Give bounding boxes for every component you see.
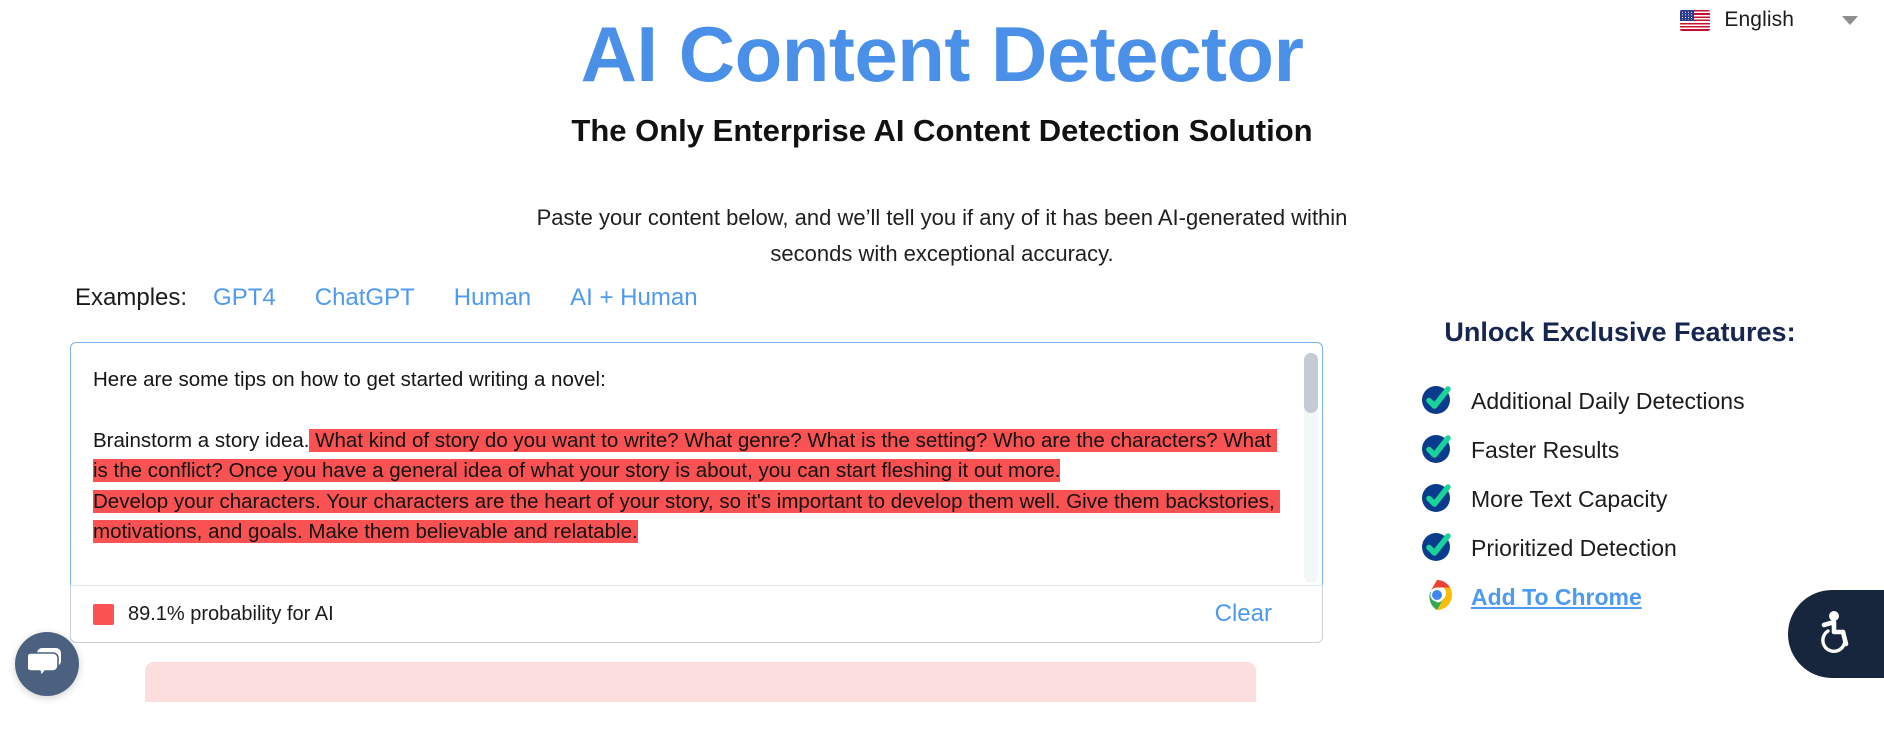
clear-button[interactable]: Clear xyxy=(1215,600,1302,628)
detector-column: Examples: GPT4 ChatGPT Human AI + Human … xyxy=(70,284,1340,702)
language-label: English xyxy=(1724,8,1794,31)
editor-intro-line: Here are some tips on how to get started… xyxy=(93,368,606,391)
feature-label: More Text Capacity xyxy=(1471,486,1668,512)
example-tab-chatgpt[interactable]: ChatGPT xyxy=(315,284,415,312)
feature-label: Prioritized Detection xyxy=(1471,535,1677,561)
feature-item-add-to-chrome[interactable]: Add To Chrome xyxy=(1420,573,1850,622)
check-circle-icon xyxy=(1420,529,1454,568)
chrome-icon xyxy=(1420,578,1454,617)
page-subtitle: The Only Enterprise AI Content Detection… xyxy=(571,113,1313,148)
editor-line3-highlight: Develop your characters. Your characters… xyxy=(93,489,1281,543)
hero-description: Paste your content below, and we’ll tell… xyxy=(536,205,1348,266)
editor-text[interactable]: Here are some tips on how to get started… xyxy=(71,343,1322,585)
feature-item-additional-daily-detections: Additional Daily Detections xyxy=(1420,377,1850,426)
feature-item-more-text-capacity: More Text Capacity xyxy=(1420,475,1850,524)
result-bar: 89.1% probability for AI Clear xyxy=(70,585,1323,643)
hero-section: AI Content Detector The Only Enterprise … xyxy=(0,0,1884,272)
chevron-down-icon[interactable] xyxy=(1842,15,1858,25)
feature-label: Faster Results xyxy=(1471,437,1620,463)
example-tab-gpt4[interactable]: GPT4 xyxy=(213,284,276,312)
editor-line2-plain: Brainstorm a story idea. xyxy=(93,428,310,452)
check-circle-icon xyxy=(1420,480,1454,519)
feature-item-faster-results: Faster Results xyxy=(1420,426,1850,475)
wheelchair-accessibility-icon xyxy=(1810,606,1862,663)
sidebar-heading: Unlock Exclusive Features: xyxy=(1444,317,1796,347)
upsell-sidebar: Unlock Exclusive Features: Additional Da… xyxy=(1420,316,1850,622)
page-title: AI Content Detector xyxy=(580,10,1304,98)
examples-label: Examples: xyxy=(75,284,188,311)
feature-item-prioritized-detection: Prioritized Detection xyxy=(1420,524,1850,573)
page-root: English AI Content Detector The Only Ent… xyxy=(0,0,1884,742)
example-tab-human[interactable]: Human xyxy=(454,284,531,312)
check-circle-icon xyxy=(1420,431,1454,470)
examples-row: Examples: GPT4 ChatGPT Human AI + Human xyxy=(70,284,1340,342)
language-selector[interactable]: English xyxy=(1672,2,1866,38)
add-to-chrome-link[interactable]: Add To Chrome xyxy=(1471,584,1642,611)
example-tab-ai-human[interactable]: AI + Human xyxy=(570,284,697,312)
chat-bubble-icon xyxy=(25,645,66,684)
probability-text: 89.1% probability for AI xyxy=(128,602,334,625)
us-flag-icon xyxy=(1680,9,1711,31)
feature-label: Additional Daily Detections xyxy=(1471,388,1745,414)
textarea-scrollbar-thumb[interactable] xyxy=(1304,353,1318,413)
check-circle-icon xyxy=(1420,382,1454,421)
probability-color-swatch xyxy=(93,603,114,625)
result-detail-panel xyxy=(145,662,1256,702)
accessibility-widget-button[interactable] xyxy=(1788,590,1884,678)
content-textarea[interactable]: Here are some tips on how to get started… xyxy=(70,342,1323,585)
chat-widget-button[interactable] xyxy=(15,632,79,696)
